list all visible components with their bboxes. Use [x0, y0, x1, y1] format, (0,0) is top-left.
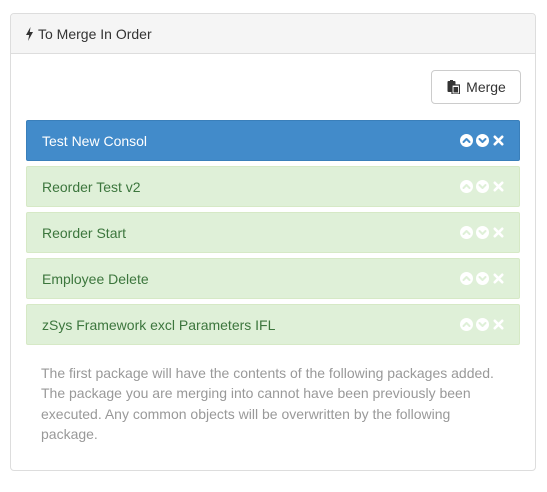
- package-list: Test New Consol Reorder Test v2 Reorder …: [26, 120, 520, 350]
- paste-icon: [446, 79, 460, 95]
- item-actions: [460, 318, 505, 331]
- package-list-item[interactable]: Reorder Test v2: [26, 166, 520, 207]
- help-text: The first package will have the contents…: [41, 365, 494, 443]
- panel-heading: To Merge In Order: [11, 14, 535, 54]
- move-up-icon[interactable]: [460, 180, 473, 193]
- remove-icon[interactable]: [492, 134, 505, 147]
- remove-icon[interactable]: [492, 180, 505, 193]
- package-label: Test New Consol: [42, 132, 148, 149]
- move-down-icon[interactable]: [476, 272, 489, 285]
- move-down-icon[interactable]: [476, 318, 489, 331]
- panel-title: To Merge In Order: [38, 25, 152, 42]
- package-list-item[interactable]: Test New Consol: [26, 120, 520, 161]
- move-down-icon[interactable]: [476, 134, 489, 147]
- package-label: Employee Delete: [42, 270, 149, 287]
- merge-panel: To Merge In Order Merge Test New Consol: [10, 13, 536, 471]
- merge-button-label: Merge: [466, 79, 506, 95]
- package-label: zSys Framework excl Parameters IFL: [42, 316, 276, 333]
- remove-icon[interactable]: [492, 272, 505, 285]
- merge-button[interactable]: Merge: [431, 70, 521, 104]
- item-actions: [460, 180, 505, 193]
- package-list-item[interactable]: zSys Framework excl Parameters IFL: [26, 304, 520, 345]
- move-up-icon[interactable]: [460, 318, 473, 331]
- remove-icon[interactable]: [492, 318, 505, 331]
- item-actions: [460, 272, 505, 285]
- move-down-icon[interactable]: [476, 226, 489, 239]
- move-up-icon[interactable]: [460, 272, 473, 285]
- move-up-icon[interactable]: [460, 134, 473, 147]
- package-label: Reorder Start: [42, 224, 127, 241]
- package-list-item[interactable]: Employee Delete: [26, 258, 520, 299]
- move-down-icon[interactable]: [476, 180, 489, 193]
- remove-icon[interactable]: [492, 226, 505, 239]
- item-actions: [460, 134, 505, 147]
- package-label: Reorder Test v2: [42, 178, 141, 195]
- item-actions: [460, 226, 505, 239]
- bolt-icon: [24, 26, 34, 42]
- package-list-item[interactable]: Reorder Start: [26, 212, 520, 253]
- move-up-icon[interactable]: [460, 226, 473, 239]
